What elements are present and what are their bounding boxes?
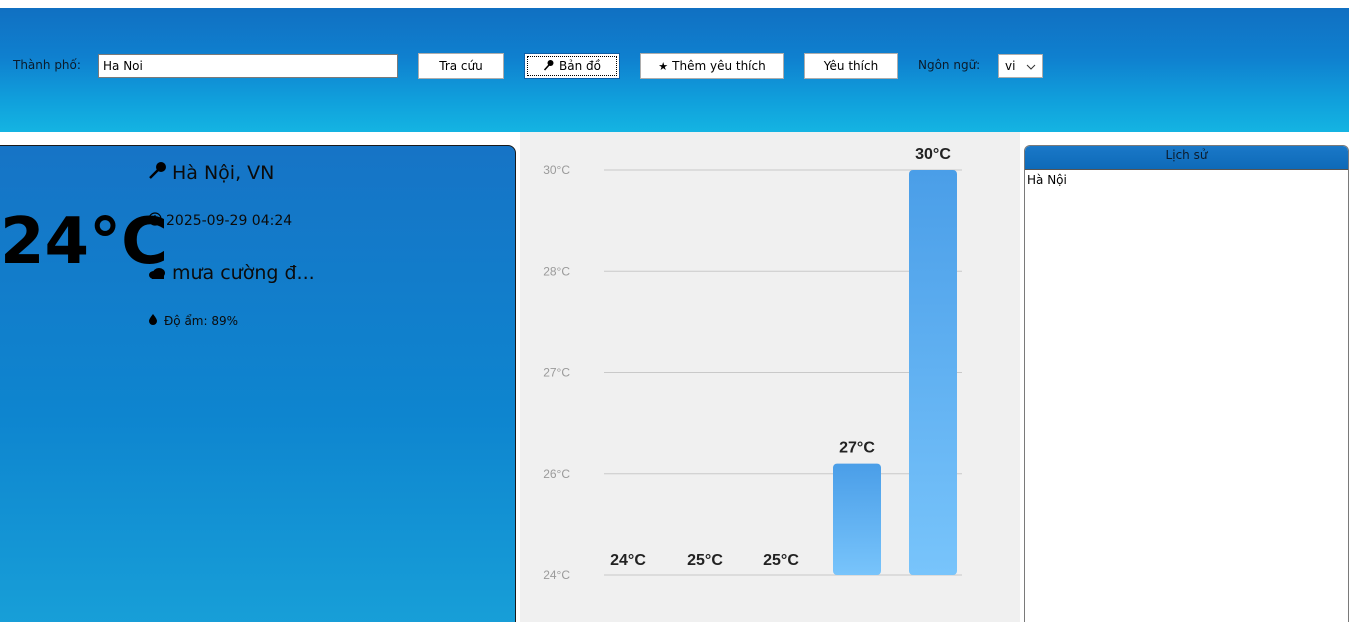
observation-time-text: 2025-09-29 04:24 (166, 213, 293, 229)
location: Hà Nội, VN (148, 160, 274, 185)
language-select[interactable]: vi (998, 54, 1043, 78)
current-temperature: 24°C (0, 205, 169, 279)
humidity-text: Độ ẩm: 89% (164, 313, 239, 328)
history-list: Hà Nội (1025, 170, 1348, 190)
add-favorite-button[interactable]: ★ Thêm yêu thích (640, 53, 784, 79)
pin-icon (543, 59, 555, 74)
map-button-label: Bản đồ (559, 59, 601, 73)
forecast-bar (909, 170, 957, 575)
history-panel: Lịch sử Hà Nội (1024, 145, 1349, 622)
weather-app-window: Thành phố: Ha Noi Tra cứu Bản đồ ★ Thêm … (0, 0, 1349, 622)
pin-icon (148, 160, 168, 185)
y-tick-label: 26°C (543, 467, 570, 481)
toolbar: Thành phố: Ha Noi Tra cứu Bản đồ ★ Thêm … (0, 8, 1349, 132)
language-value: vi (1005, 59, 1016, 73)
bar-value-label: 25°C (687, 552, 723, 569)
star-icon: ★ (658, 59, 669, 73)
favorites-button-label: Yêu thích (823, 59, 879, 73)
weather-description-text: mưa cường đ... (172, 262, 315, 284)
cloud-icon (148, 262, 166, 284)
weather-description: mưa cường đ... (148, 262, 315, 284)
y-tick-label: 30°C (543, 163, 570, 177)
forecast-bar (833, 463, 881, 575)
observation-time: 2025-09-29 04:24 (148, 212, 292, 230)
city-input[interactable]: Ha Noi (98, 54, 398, 78)
bar-value-label: 25°C (763, 552, 799, 569)
map-button[interactable]: Bản đồ (524, 53, 620, 79)
bar-value-label: 24°C (610, 552, 646, 569)
humidity: Độ ẩm: 89% (148, 313, 238, 328)
forecast-chart-svg: 30°C 28°C 27°C 26°C 24°C 24°C 25°C 25°C 27°C 30°C (543, 146, 962, 582)
clock-icon (148, 212, 162, 230)
search-button[interactable]: Tra cứu (418, 53, 504, 79)
location-text: Hà Nội, VN (172, 161, 275, 184)
favorites-button[interactable]: Yêu thích (804, 53, 898, 79)
bar-value-label: 27°C (839, 440, 875, 457)
add-favorite-label: Thêm yêu thích (672, 59, 766, 73)
droplet-icon (148, 313, 158, 328)
history-item[interactable]: Hà Nội (1025, 170, 1348, 190)
y-tick-label: 28°C (543, 264, 570, 278)
y-tick-label: 27°C (543, 366, 570, 380)
language-label: Ngôn ngữ: (918, 58, 981, 72)
history-title: Lịch sử (1025, 146, 1348, 170)
y-tick-label: 24°C (543, 568, 570, 582)
chevron-down-icon (1026, 59, 1036, 73)
bar-value-label: 30°C (915, 146, 951, 163)
city-label: Thành phố: (13, 58, 81, 72)
search-button-label: Tra cứu (439, 59, 483, 73)
